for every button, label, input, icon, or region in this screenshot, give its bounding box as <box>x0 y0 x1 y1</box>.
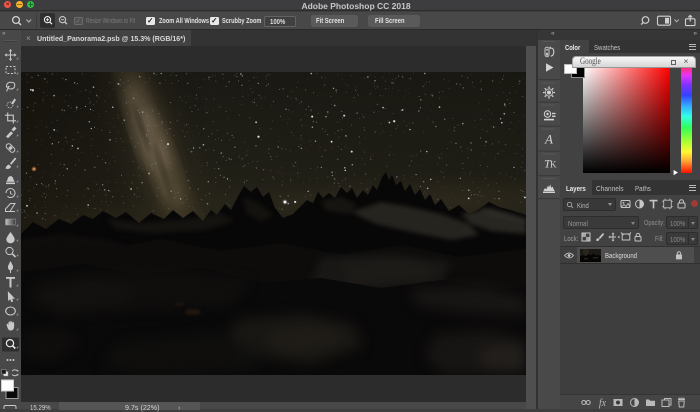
svg-text:fx: fx <box>599 398 607 409</box>
svg-text:A: A <box>544 132 553 147</box>
svg-text:K: K <box>550 160 557 170</box>
